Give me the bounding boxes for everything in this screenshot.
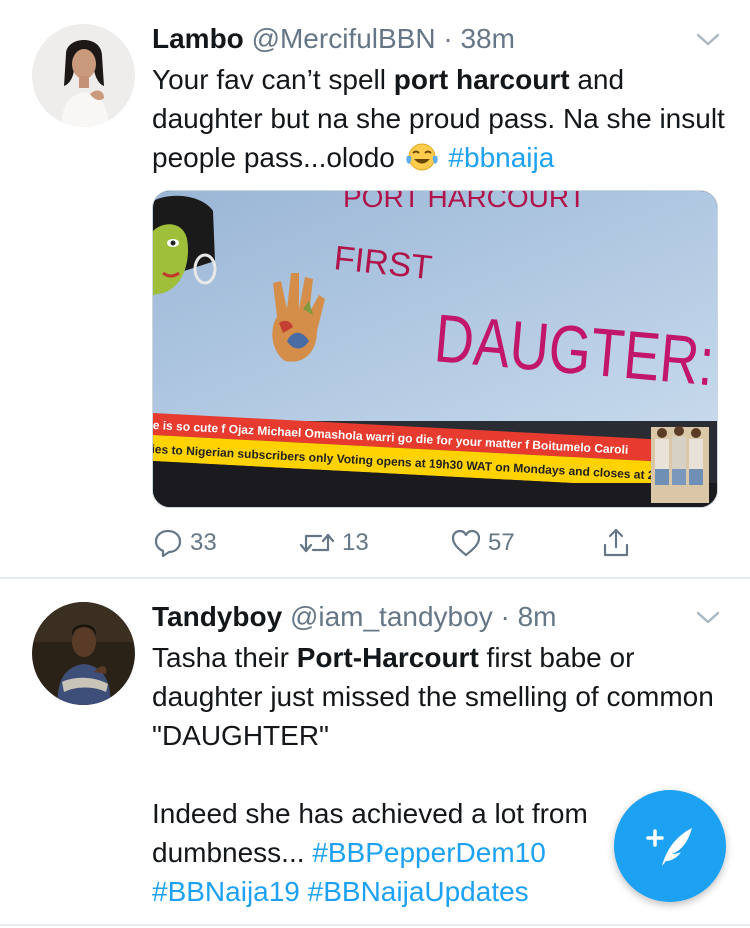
tweet-image[interactable]: PORT HARCOURT FIRST DAUGTER: e is so cut… [152,190,718,508]
timestamp[interactable]: 38m [460,23,514,54]
tweet-actions: 33 13 57 [152,523,672,563]
timestamp[interactable]: 8m [518,601,557,632]
tweet-header: Tandyboy @iam_tandyboy · 8m [152,600,557,634]
hashtag-link[interactable]: #bbnaija [448,142,554,173]
compose-tweet-button[interactable] [614,790,726,902]
reply-count: 33 [190,529,217,556]
heart-icon [451,529,481,557]
chevron-down-icon[interactable] [696,606,720,630]
avatar[interactable] [32,602,135,705]
tweet-divider [0,577,750,579]
tweet-divider [0,924,750,926]
reply-icon [154,529,182,558]
retweet-button[interactable]: 13 [298,523,369,563]
display-name[interactable]: Lambo [152,23,244,54]
reply-button[interactable]: 33 [152,523,217,563]
like-count: 57 [488,529,515,556]
hashtag-link[interactable]: #BBPepperDem10 [312,837,545,868]
user-handle[interactable]: @iam_tandyboy [290,601,493,632]
like-button[interactable]: 57 [450,523,515,563]
display-name[interactable]: Tandyboy [152,601,282,632]
separator-dot: · [443,23,453,54]
retweet-count: 13 [342,529,369,556]
tweet[interactable]: Lambo @MercifulBBN · 38m Your fav can’t … [0,0,750,578]
tweet-header: Lambo @MercifulBBN · 38m [152,22,515,56]
hashtag-link[interactable]: #BBNaijaUpdates [308,876,529,907]
share-button[interactable] [600,523,638,563]
share-icon [603,528,629,557]
bold-text: Port-Harcourt [296,642,479,673]
user-handle[interactable]: @MercifulBBN [252,23,436,54]
tweet-text: Your fav can’t spell port harcourt and d… [152,64,725,173]
chevron-down-icon[interactable] [696,28,720,52]
hashtag-link[interactable]: #BBNaija19 [152,876,300,907]
avatar[interactable] [32,24,135,127]
image-top-text: PORT HARCOURT [343,191,586,213]
face-with-tears-of-joy-icon [405,142,439,172]
separator-dot: · [500,601,510,632]
retweet-icon [299,533,335,553]
compose-tweet-icon [646,828,692,866]
bold-text: port harcourt [393,64,570,95]
